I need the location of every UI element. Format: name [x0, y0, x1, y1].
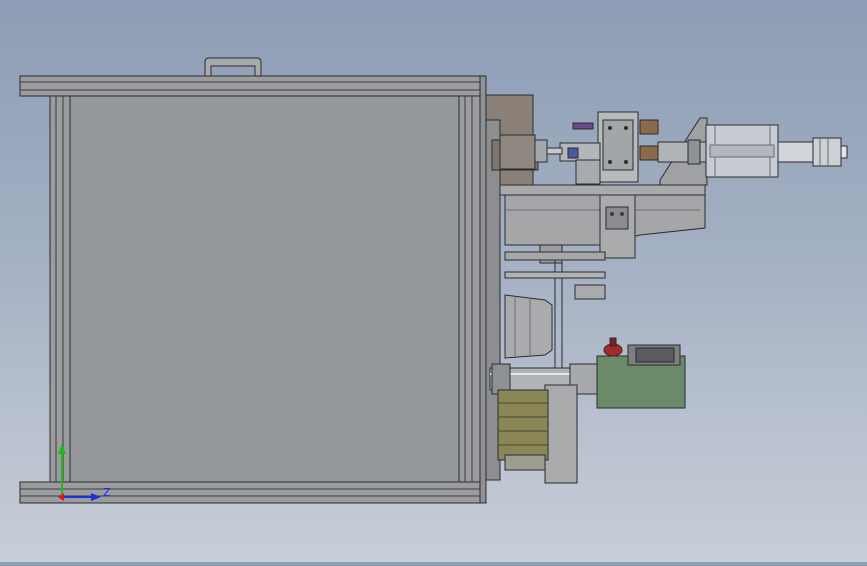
indexing-wheel: [497, 384, 578, 484]
pulley-housing: [504, 294, 553, 359]
handle: [204, 57, 262, 77]
servo-motor: [705, 124, 848, 178]
axis-z-label: Z: [103, 486, 111, 499]
cad-drawing: Z: [19, 57, 848, 504]
enclosure-panel: [69, 95, 460, 483]
gear-reducer: [596, 337, 686, 409]
valve-block: [559, 111, 659, 185]
drive-coupling: [657, 139, 707, 165]
cad-viewport[interactable]: Z: [0, 0, 867, 562]
cylinder-actuator: [499, 134, 563, 170]
